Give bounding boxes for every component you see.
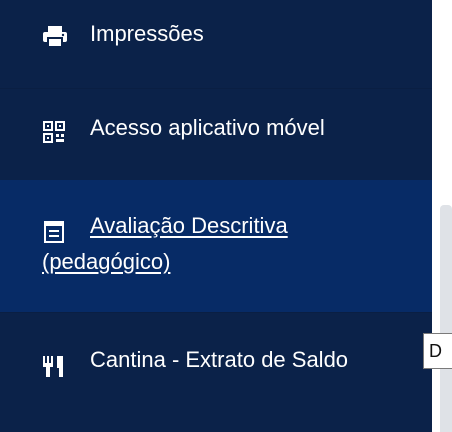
- sidebar-item-impressoes[interactable]: Impressões: [0, 16, 432, 56]
- tooltip: D: [423, 333, 452, 369]
- printer-icon: [43, 26, 67, 48]
- sidebar-menu: Impressões Acesso aplicativo móvel Avali…: [0, 0, 432, 432]
- qr-code-icon: [43, 121, 65, 143]
- scrollbar-thumb[interactable]: [440, 205, 452, 432]
- sidebar-item-label: Cantina - Extrato de Saldo: [90, 347, 349, 372]
- cutlery-icon: [43, 356, 63, 377]
- notebook-icon: [44, 221, 64, 243]
- sidebar-item-label: Acesso aplicativo móvel: [90, 115, 325, 140]
- sidebar-item-label: Avaliação Descritiva (pedagógico): [42, 213, 288, 274]
- sidebar-item-cantina[interactable]: Cantina - Extrato de Saldo: [0, 312, 432, 432]
- menu-divider: [0, 88, 432, 89]
- sidebar-item-acesso-aplicativo[interactable]: Acesso aplicativo móvel: [0, 110, 432, 154]
- sidebar-item-label: Impressões: [90, 21, 204, 46]
- app-root: Impressões Acesso aplicativo móvel Avali…: [0, 0, 452, 432]
- sidebar-item-avaliacao-descritiva[interactable]: Avaliação Descritiva (pedagógico): [0, 180, 432, 312]
